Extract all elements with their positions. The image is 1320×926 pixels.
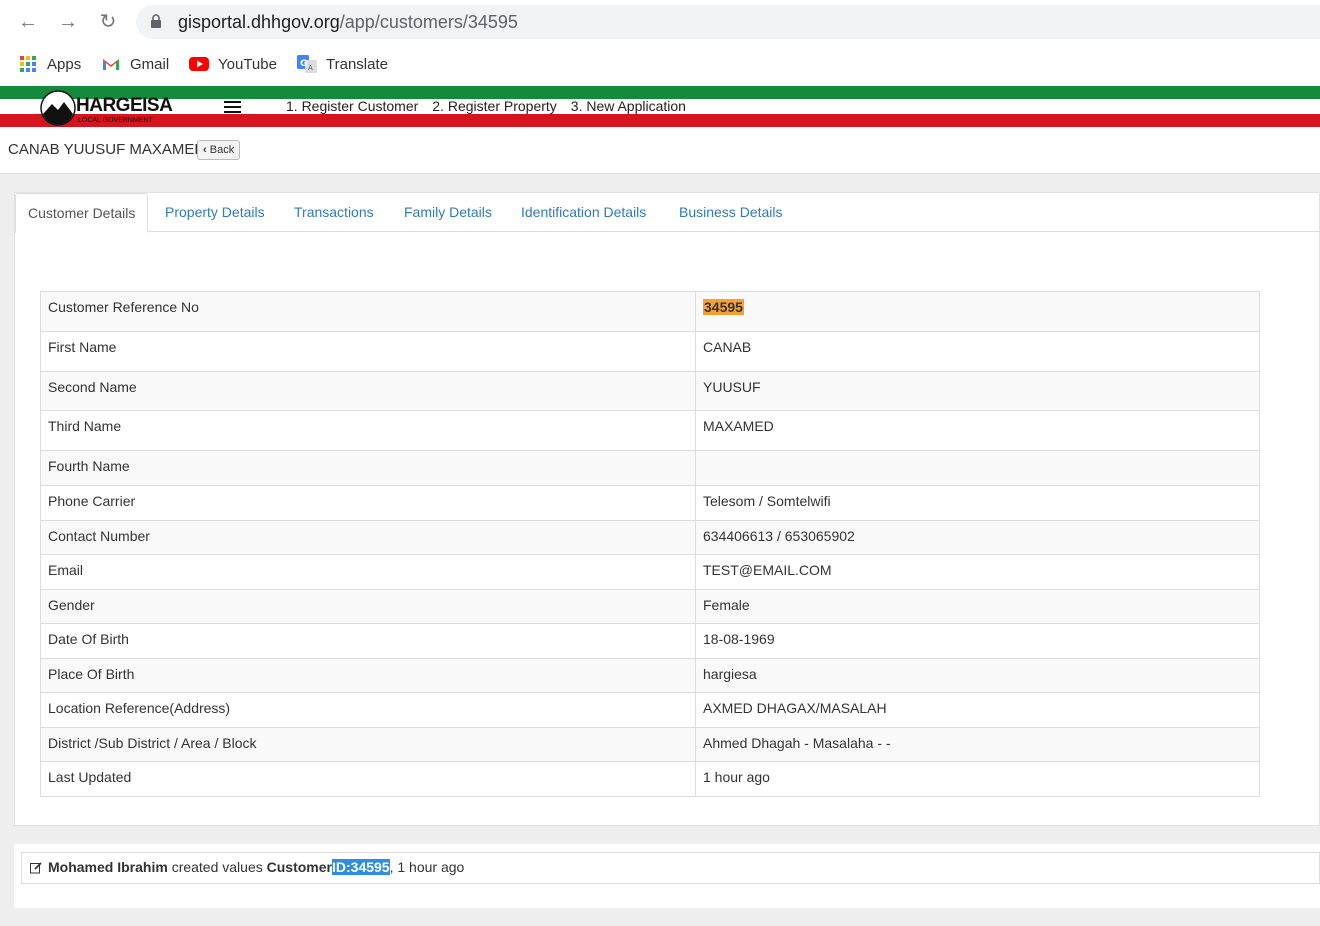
bookmark-label: Gmail — [130, 55, 170, 73]
field-label: Gender — [40, 589, 696, 624]
nav-new-application[interactable]: 3. New Application — [571, 98, 686, 114]
url-input[interactable]: gisportal.dhhgov.org/app/customers/34595 — [136, 5, 1320, 39]
youtube-icon — [189, 57, 209, 71]
activity-entry: Mohamed Ibrahim created values CustomerI… — [21, 852, 1320, 884]
customer-panel: Customer Details Property Details Transa… — [14, 192, 1320, 826]
bookmarks-bar: Apps Gmail YouTube G A Translate — [0, 44, 1320, 84]
logo-title: HARGEISA — [76, 95, 173, 116]
field-value: 1 hour ago — [695, 761, 1260, 797]
field-value: 18-08-1969 — [695, 623, 1260, 659]
field-value: 34595 — [695, 291, 1260, 332]
field-value: 634406613 / 653065902 — [695, 520, 1260, 555]
tab-identification-details[interactable]: Identification Details — [521, 193, 646, 232]
browser-address-bar: ← → ↻ gisportal.dhhgov.org/app/customers… — [0, 0, 1320, 44]
edit-icon — [30, 862, 42, 874]
tab-bar: Customer Details Property Details Transa… — [15, 193, 1320, 233]
svg-text:G: G — [300, 59, 307, 69]
bookmark-apps[interactable]: Apps — [18, 53, 81, 75]
bookmark-label: YouTube — [218, 55, 277, 73]
field-value: TEST@EMAIL.COM — [695, 554, 1260, 590]
field-value: hargiesa — [695, 658, 1260, 693]
nav-register-customer[interactable]: 1. Register Customer — [286, 98, 418, 114]
bookmark-gmail[interactable]: Gmail — [101, 53, 169, 75]
table-row: Phone Carrier Telesom / Somtelwifi — [40, 485, 1260, 521]
flag-stripe-red — [0, 114, 1320, 127]
table-row: Second Name YUUSUF — [40, 371, 1260, 411]
field-label: District /Sub District / Area / Block — [40, 727, 696, 762]
reload-icon[interactable]: ↻ — [96, 10, 120, 34]
field-label: Contact Number — [40, 520, 696, 555]
field-value: Telesom / Somtelwifi — [695, 485, 1260, 521]
table-row: Location Reference(Address) AXMED DHAGAX… — [40, 692, 1260, 728]
table-row: First Name CANAB — [40, 331, 1260, 372]
table-row: Third Name MAXAMED — [40, 410, 1260, 451]
field-label: Place Of Birth — [40, 658, 696, 693]
field-value: CANAB — [695, 331, 1260, 372]
table-row: Gender Female — [40, 589, 1260, 624]
translate-icon: G A — [297, 55, 317, 73]
field-value: YUUSUF — [695, 371, 1260, 411]
field-label: Phone Carrier — [40, 485, 696, 521]
table-row: Date Of Birth 18-08-1969 — [40, 623, 1260, 659]
menu-toggle-icon[interactable] — [224, 101, 241, 113]
bookmark-youtube[interactable]: YouTube — [189, 53, 277, 75]
table-row: Email TEST@EMAIL.COM — [40, 554, 1260, 590]
table-row: Customer Reference No 34595 — [40, 291, 1260, 332]
activity-time: , 1 hour ago — [389, 859, 465, 875]
tab-customer-details[interactable]: Customer Details — [15, 193, 149, 233]
field-value: Ahmed Dhagah - Masalaha - - — [695, 727, 1260, 762]
tab-business-details[interactable]: Business Details — [679, 193, 783, 232]
activity-panel: Mohamed Ibrahim created values CustomerI… — [14, 844, 1320, 908]
logo-emblem-icon — [40, 90, 76, 126]
activity-entity: Customer — [266, 859, 332, 875]
lock-icon — [151, 14, 161, 28]
field-label: Second Name — [40, 371, 696, 411]
reference-number-highlight: 34595 — [703, 299, 744, 315]
top-navigation: 1. Register Customer 2. Register Propert… — [286, 98, 700, 114]
back-button-label: Back — [209, 144, 235, 156]
page-title: CANAB YUUSUF MAXAMED — [8, 141, 206, 158]
forward-arrow-icon[interactable]: → — [56, 10, 80, 34]
table-row: Contact Number 634406613 / 653065902 — [40, 520, 1260, 555]
gmail-icon — [103, 59, 119, 70]
page-title-bar: CANAB YUUSUF MAXAMED ‹ Back — [0, 130, 1320, 174]
table-row: Place Of Birth hargiesa — [40, 658, 1260, 693]
url-text: gisportal.dhhgov.org/app/customers/34595 — [178, 12, 518, 32]
field-label: Date Of Birth — [40, 623, 696, 659]
field-label: Third Name — [40, 410, 696, 451]
field-label: First Name — [40, 331, 696, 372]
back-button[interactable]: ‹ Back — [197, 140, 241, 160]
app-header: HARGEISA LOCAL GOVERNMENT 1. Register Cu… — [0, 84, 1320, 130]
tab-family-details[interactable]: Family Details — [404, 193, 492, 232]
tab-transactions[interactable]: Transactions — [294, 193, 374, 232]
logo-subtitle: LOCAL GOVERNMENT — [78, 117, 153, 124]
activity-action: created values — [171, 859, 263, 875]
field-value: MAXAMED — [695, 410, 1260, 451]
bookmark-label: Apps — [47, 55, 82, 73]
field-value — [695, 450, 1260, 486]
customer-details-table: Customer Reference No 34595 First Name C… — [40, 291, 1260, 797]
back-arrow-icon[interactable]: ← — [16, 10, 40, 34]
table-row: District /Sub District / Area / Block Ah… — [40, 727, 1260, 762]
table-row: Last Updated 1 hour ago — [40, 761, 1260, 797]
bookmark-translate[interactable]: G A Translate — [297, 53, 388, 75]
field-label: Customer Reference No — [40, 291, 696, 332]
apps-grid-icon — [20, 56, 36, 72]
field-label: Email — [40, 554, 696, 590]
bookmark-label: Translate — [326, 55, 388, 73]
hargeisa-logo[interactable]: HARGEISA LOCAL GOVERNMENT — [40, 90, 173, 128]
nav-register-property[interactable]: 2. Register Property — [432, 98, 557, 114]
field-label: Location Reference(Address) — [40, 692, 696, 728]
chevron-left-icon: ‹ — [203, 144, 207, 156]
field-label: Fourth Name — [40, 450, 696, 486]
field-value: AXMED DHAGAX/MASALAH — [695, 692, 1260, 728]
svg-text:A: A — [308, 64, 313, 72]
activity-id-highlight: ID:34595 — [332, 859, 390, 875]
tab-property-details[interactable]: Property Details — [165, 193, 265, 232]
activity-user: Mohamed Ibrahim — [48, 859, 168, 875]
field-value: Female — [695, 589, 1260, 624]
field-label: Last Updated — [40, 761, 696, 797]
table-row: Fourth Name — [40, 450, 1260, 486]
